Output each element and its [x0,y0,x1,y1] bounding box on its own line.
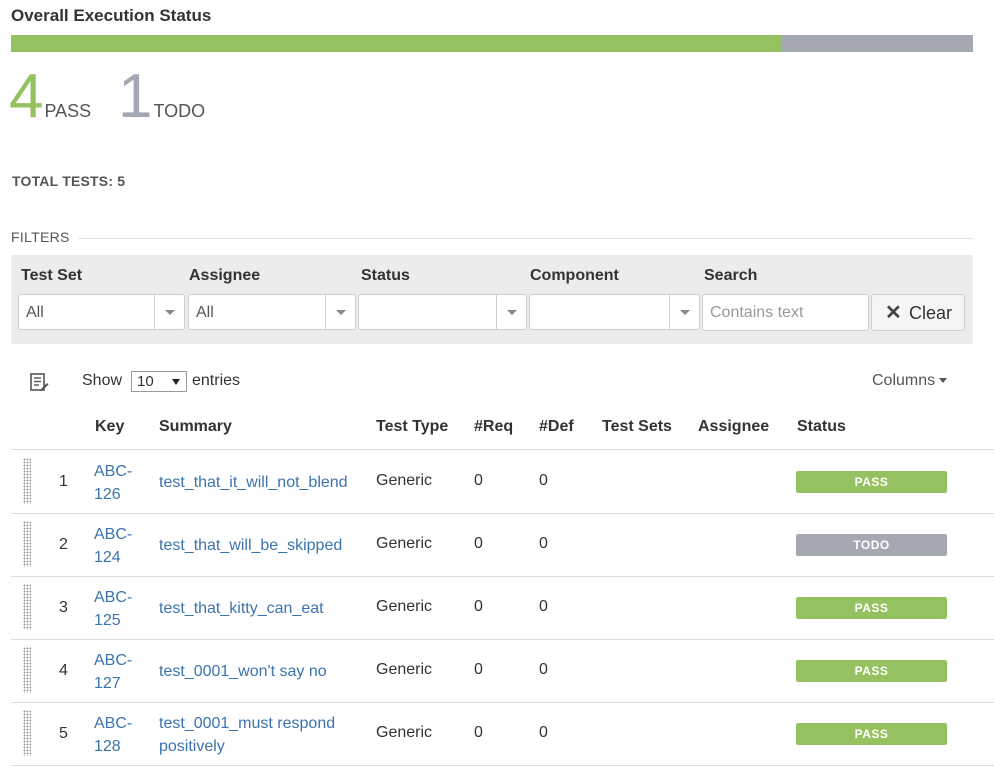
filters-divider [78,238,973,239]
status-label: Status [361,267,410,284]
total-tests: TOTAL TESTS: 5 [12,173,126,189]
req-count: 0 [474,598,483,615]
test-key-link[interactable]: ABC-127 [94,649,142,695]
req-count: 0 [474,535,483,552]
row-number: 5 [59,725,68,742]
req-count: 0 [474,724,483,741]
test-key-link[interactable]: ABC-128 [94,712,142,758]
def-count: 0 [539,661,548,678]
chevron-down-icon [680,310,690,315]
chevron-down-icon [165,310,175,315]
close-icon: ✕ [885,302,902,324]
test-type: Generic [376,724,433,741]
show-label: Show [82,372,123,389]
filter-panel: Test Set Assignee Status Component Searc… [11,255,973,344]
status-dropdown-toggle[interactable] [496,295,526,329]
drag-handle-icon[interactable] [23,584,31,630]
component-dropdown-toggle[interactable] [669,295,699,329]
def-count: 0 [539,598,548,615]
test-type: Generic [376,598,433,615]
status-badge: PASS [796,660,947,682]
test-set-label: Test Set [21,267,83,284]
component-label: Component [530,267,619,284]
test-type: Generic [376,472,433,489]
column-header-test-type[interactable]: Test Type [376,418,448,436]
table-row: 4 ABC-127 test_0001_won't say no Generic… [11,639,994,703]
assignee-value: All [196,304,214,321]
entries-value: 10 [137,373,154,390]
search-input[interactable] [702,294,869,331]
pass-label: PASS [44,101,92,121]
test-set-select[interactable]: All [18,294,185,330]
columns-button-label: Columns [872,372,936,389]
req-count: 0 [474,472,483,489]
filters-heading: FILTERS [11,229,973,245]
test-type: Generic [376,661,433,678]
status-select[interactable] [358,294,527,330]
table-row: 2 ABC-124 test_that_will_be_skipped Gene… [11,513,994,577]
search-label: Search [704,267,758,284]
table-row: 5 ABC-128 test_0001_must respond positiv… [11,702,994,766]
column-header-req[interactable]: #Req [474,418,513,436]
test-summary-link[interactable]: test_0001_must respond positively [159,712,359,758]
filters-heading-label: FILTERS [11,229,70,245]
test-key-link[interactable]: ABC-126 [94,460,142,506]
status-badge: TODO [796,534,947,556]
chevron-down-icon [507,310,517,315]
column-header-summary[interactable]: Summary [159,418,232,436]
todo-label: TODO [153,101,206,121]
drag-handle-icon[interactable] [23,710,31,756]
test-summary-link[interactable]: test_that_kitty_can_eat [159,597,359,620]
entries-label: entries [192,372,241,389]
row-number: 2 [59,536,68,553]
status-badge: PASS [796,597,947,619]
column-header-def[interactable]: #Def [539,418,574,436]
test-summary-link[interactable]: test_that_will_be_skipped [159,534,359,557]
status-badge: PASS [796,723,947,745]
assignee-dropdown-toggle[interactable] [325,295,355,329]
entries-per-page-select[interactable]: 10 [131,371,187,392]
chevron-down-icon [336,310,346,315]
status-badge: PASS [796,471,947,493]
test-type: Generic [376,535,433,552]
assignee-label: Assignee [189,267,261,284]
todo-counter: 1TODO [118,66,205,128]
row-number: 1 [59,473,68,490]
table-row: 1 ABC-126 test_that_it_will_not_blend Ge… [11,450,994,514]
clear-button[interactable]: ✕ Clear [871,294,965,331]
pass-counter: 4PASS [9,66,91,128]
row-number: 4 [59,662,68,679]
column-header-key[interactable]: Key [95,418,124,436]
test-set-value: All [26,304,44,321]
drag-handle-icon[interactable] [23,458,31,504]
test-key-link[interactable]: ABC-124 [94,523,142,569]
component-select[interactable] [529,294,700,330]
test-summary-link[interactable]: test_0001_won't say no [159,660,359,683]
clear-button-label: Clear [909,303,953,323]
assignee-select[interactable]: All [188,294,356,330]
def-count: 0 [539,724,548,741]
drag-handle-icon[interactable] [23,647,31,693]
table-row: 3 ABC-125 test_that_kitty_can_eat Generi… [11,576,994,640]
execution-progress-bar [11,35,973,52]
chevron-down-icon [172,379,180,385]
def-count: 0 [539,535,548,552]
page-title: Overall Execution Status [11,6,212,25]
column-header-test-sets[interactable]: Test Sets [602,418,672,436]
columns-button[interactable]: Columns [872,372,948,390]
progress-pass-segment [11,35,781,52]
export-list-icon[interactable] [29,372,49,392]
def-count: 0 [539,472,548,489]
row-number: 3 [59,599,68,616]
column-header-status[interactable]: Status [797,418,846,436]
req-count: 0 [474,661,483,678]
caret-down-icon [939,378,948,384]
test-key-link[interactable]: ABC-125 [94,586,142,632]
test-set-dropdown-toggle[interactable] [154,295,184,329]
todo-count: 1 [118,62,153,131]
column-header-assignee[interactable]: Assignee [698,418,769,436]
test-summary-link[interactable]: test_that_it_will_not_blend [159,471,359,494]
pass-count: 4 [9,62,44,131]
drag-handle-icon[interactable] [23,521,31,567]
